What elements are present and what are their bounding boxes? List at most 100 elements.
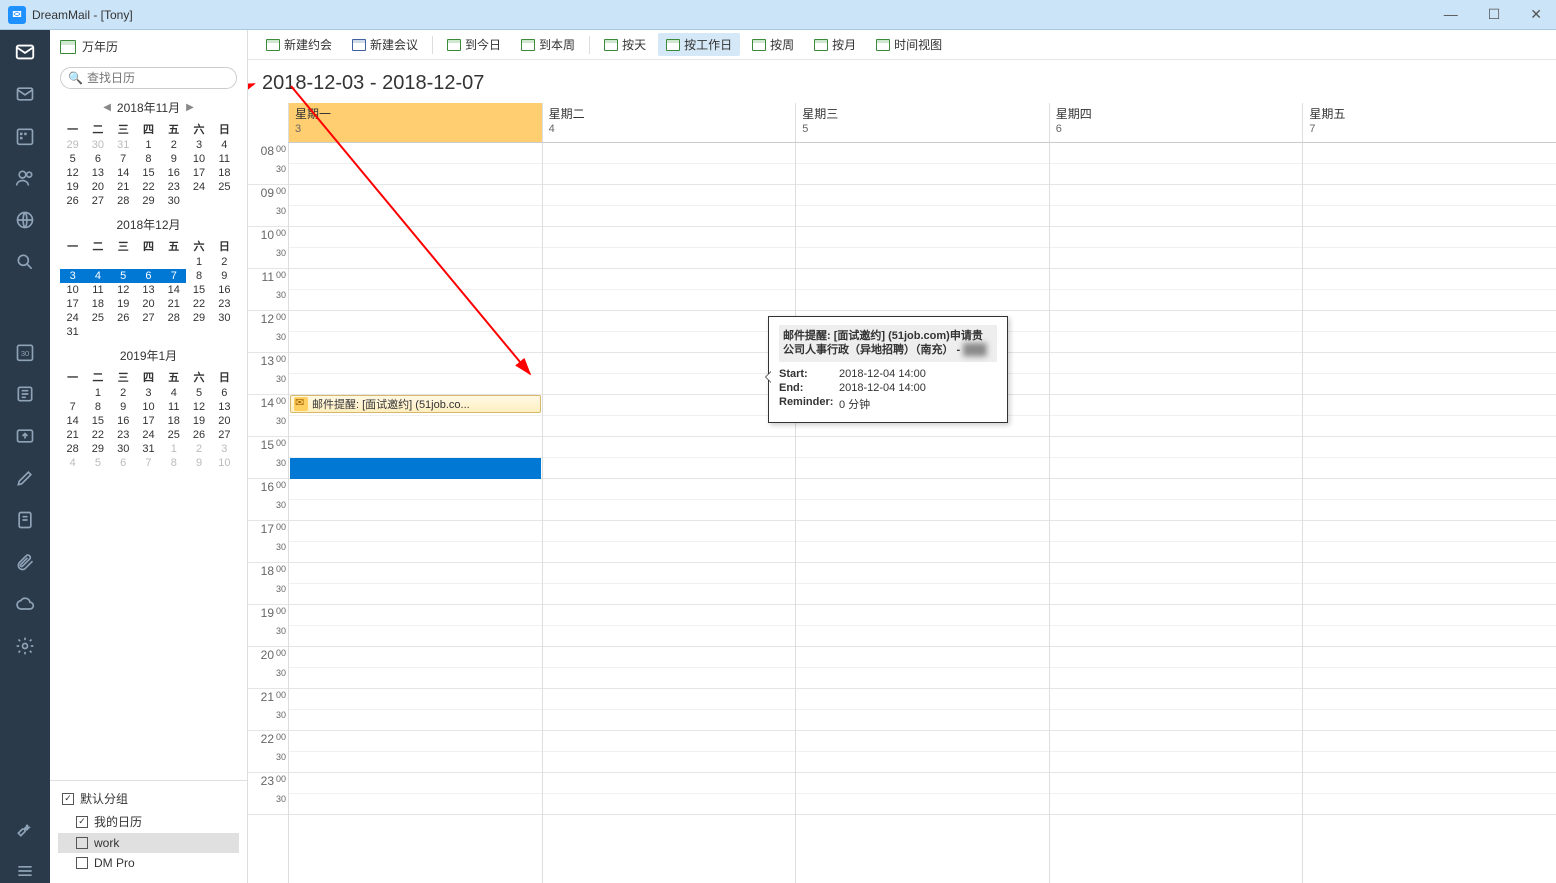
minical-day[interactable]: 21 [60, 428, 85, 442]
minical-day[interactable]: 5 [60, 152, 85, 166]
minical-day[interactable]: 16 [111, 414, 136, 428]
menu-icon[interactable] [13, 859, 37, 883]
minical-day[interactable]: 7 [60, 400, 85, 414]
minical-day[interactable]: 1 [161, 442, 186, 456]
minical-day[interactable]: 20 [136, 297, 161, 311]
minical-day[interactable]: 6 [136, 269, 161, 283]
minical-day[interactable]: 1 [85, 386, 110, 400]
minical-day[interactable]: 17 [186, 166, 211, 180]
minical-day[interactable]: 6 [212, 386, 237, 400]
minical-day[interactable]: 27 [136, 311, 161, 325]
minical-day[interactable]: 13 [212, 400, 237, 414]
minical-day[interactable]: 18 [161, 414, 186, 428]
minical-day[interactable]: 10 [212, 456, 237, 470]
cloud-icon[interactable] [13, 592, 37, 616]
minical-day[interactable]: 14 [161, 283, 186, 297]
settings-icon[interactable] [13, 634, 37, 658]
minical-day[interactable]: 31 [136, 442, 161, 456]
minical-day[interactable]: 24 [136, 428, 161, 442]
minical-day[interactable]: 10 [136, 400, 161, 414]
minical-day[interactable]: 12 [186, 400, 211, 414]
minical-day[interactable]: 14 [60, 414, 85, 428]
minical-day[interactable]: 18 [85, 297, 110, 311]
minical-day[interactable]: 10 [60, 283, 85, 297]
minical-day[interactable]: 11 [85, 283, 110, 297]
minical-day[interactable]: 5 [186, 386, 211, 400]
view-day-button[interactable]: 按天 [596, 33, 654, 56]
minical-day[interactable] [60, 386, 85, 400]
minical-day[interactable]: 2 [186, 442, 211, 456]
minical-day[interactable] [212, 194, 237, 208]
minical-day[interactable]: 3 [136, 386, 161, 400]
minical-day[interactable]: 26 [186, 428, 211, 442]
minimize-button[interactable]: — [1438, 6, 1464, 23]
group-work[interactable]: work [58, 833, 239, 853]
minical-day[interactable]: 31 [111, 138, 136, 152]
minical-day[interactable]: 9 [111, 400, 136, 414]
attachment-icon[interactable] [13, 550, 37, 574]
minical-day[interactable]: 15 [85, 414, 110, 428]
minical-day[interactable]: 3 [212, 442, 237, 456]
minical-day[interactable]: 24 [186, 180, 211, 194]
minical-day[interactable]: 23 [212, 297, 237, 311]
minical-day[interactable]: 30 [85, 138, 110, 152]
minical-day[interactable]: 11 [161, 400, 186, 414]
minical-day[interactable]: 29 [186, 311, 211, 325]
globe-icon[interactable] [13, 208, 37, 232]
minical-day[interactable]: 5 [85, 456, 110, 470]
minical-day[interactable]: 7 [136, 456, 161, 470]
minical-day[interactable]: 16 [212, 283, 237, 297]
minical-day[interactable]: 19 [111, 297, 136, 311]
minical-day[interactable]: 28 [161, 311, 186, 325]
outbox-icon[interactable] [13, 424, 37, 448]
group-dmpro[interactable]: DM Pro [58, 853, 239, 873]
compose-icon[interactable] [13, 466, 37, 490]
minical-day[interactable]: 27 [212, 428, 237, 442]
group-default[interactable]: ✓默认分组 [58, 787, 239, 810]
minical-day[interactable]: 1 [186, 255, 211, 269]
minical-day[interactable] [161, 255, 186, 269]
minical-day[interactable]: 4 [161, 386, 186, 400]
day-header[interactable]: 星期五7 [1302, 103, 1556, 142]
minical-day[interactable]: 13 [85, 166, 110, 180]
day-header[interactable]: 星期二4 [542, 103, 796, 142]
minical-day[interactable]: 6 [111, 456, 136, 470]
minical-day[interactable]: 8 [136, 152, 161, 166]
minical-day[interactable]: 12 [60, 166, 85, 180]
minical-day[interactable]: 4 [212, 138, 237, 152]
minical-day[interactable]: 30 [212, 311, 237, 325]
view-timeline-button[interactable]: 时间视图 [868, 33, 950, 56]
view-month-button[interactable]: 按月 [806, 33, 864, 56]
minical-day[interactable]: 9 [161, 152, 186, 166]
minical-day[interactable] [85, 255, 110, 269]
close-button[interactable]: ✕ [1524, 6, 1548, 23]
contacts-icon[interactable] [13, 166, 37, 190]
minical-day[interactable]: 16 [161, 166, 186, 180]
minical-day[interactable]: 22 [85, 428, 110, 442]
maximize-button[interactable]: ☐ [1482, 6, 1507, 23]
minical-day[interactable]: 23 [111, 428, 136, 442]
minical-day[interactable]: 17 [136, 414, 161, 428]
minical-day[interactable]: 20 [85, 180, 110, 194]
view-week-button[interactable]: 按周 [744, 33, 802, 56]
minical-day[interactable]: 5 [111, 269, 136, 283]
minical-day[interactable]: 15 [186, 283, 211, 297]
day-header[interactable]: 星期三5 [795, 103, 1049, 142]
minical-day[interactable]: 25 [212, 180, 237, 194]
minical-day[interactable]: 3 [60, 269, 85, 283]
minical-day[interactable]: 8 [186, 269, 211, 283]
minical-day[interactable]: 9 [186, 456, 211, 470]
mail-icon[interactable] [13, 40, 37, 64]
minical-day[interactable]: 21 [161, 297, 186, 311]
minical-day[interactable] [85, 325, 110, 339]
minical-day[interactable]: 25 [85, 311, 110, 325]
day-column[interactable] [542, 143, 796, 883]
minical-day[interactable]: 11 [212, 152, 237, 166]
minical-day[interactable]: 30 [161, 194, 186, 208]
minical-day[interactable]: 26 [60, 194, 85, 208]
minical-day[interactable]: 12 [111, 283, 136, 297]
minical-day[interactable]: 19 [186, 414, 211, 428]
minical-day[interactable]: 2 [111, 386, 136, 400]
goto-week-button[interactable]: 到本周 [513, 33, 583, 56]
new-appointment-button[interactable]: 新建约会 [258, 33, 340, 56]
